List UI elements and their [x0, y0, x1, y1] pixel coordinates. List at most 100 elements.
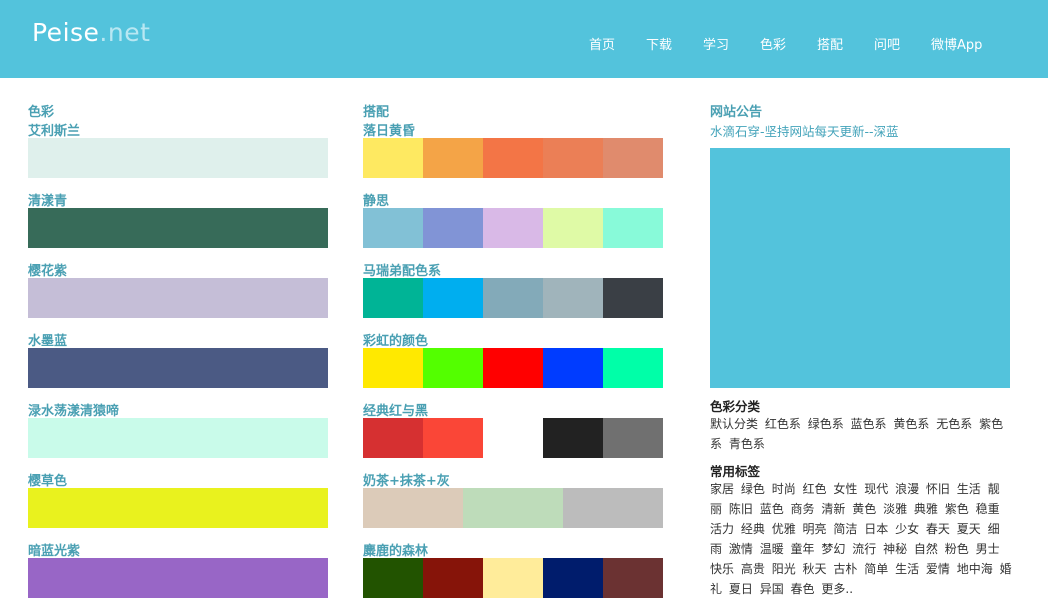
tag-link[interactable]: 异国 [760, 582, 784, 596]
tag-link[interactable]: 自然 [914, 542, 938, 556]
tag-link[interactable]: 少女 [895, 522, 919, 536]
col1-swatch[interactable] [28, 558, 328, 598]
color-chip [483, 558, 543, 598]
tag-link[interactable]: 简单 [864, 562, 888, 576]
tag-link[interactable]: 红色 [803, 482, 827, 496]
nav-schemes[interactable]: 搭配 [817, 34, 843, 53]
tag-link[interactable]: 粉色 [945, 542, 969, 556]
tag-link[interactable]: 蓝色 [760, 502, 784, 516]
col1-item-title[interactable]: 渌水荡漾清猿啼 [28, 400, 119, 419]
color-chip [363, 418, 423, 458]
tag-link[interactable]: 童年 [791, 542, 815, 556]
tag-link[interactable]: 现代 [864, 482, 888, 496]
tag-link[interactable]: 陈旧 [729, 502, 753, 516]
tag-link[interactable]: 生活 [957, 482, 981, 496]
tag-link[interactable]: 女性 [833, 482, 857, 496]
col2-item-title[interactable]: 彩虹的颜色 [363, 330, 428, 349]
tag-link[interactable]: 男士 [976, 542, 1000, 556]
col2-item-title[interactable]: 经典红与黑 [363, 400, 428, 419]
col1-item-title[interactable]: 樱草色 [28, 470, 67, 489]
tag-link[interactable]: 快乐 [710, 562, 734, 576]
col2-item-title[interactable]: 落日黄昏 [363, 120, 415, 139]
col2-swatch[interactable] [363, 208, 663, 248]
tag-link[interactable]: 简洁 [833, 522, 857, 536]
tag-link[interactable]: 家居 [710, 482, 734, 496]
nav-colors[interactable]: 色彩 [760, 34, 786, 53]
tag-link[interactable]: 地中海 [957, 562, 993, 576]
tag-link[interactable]: 商务 [791, 502, 815, 516]
col2-item-title[interactable]: 奶茶+抹茶+灰 [363, 470, 450, 489]
col1-swatch[interactable] [28, 418, 328, 458]
tag-link[interactable]: 阳光 [772, 562, 796, 576]
tag-link[interactable]: 紫色 [945, 502, 969, 516]
tag-link[interactable]: 日本 [864, 522, 888, 536]
col2-swatch[interactable] [363, 418, 663, 458]
tag-link[interactable]: 高贵 [741, 562, 765, 576]
tag-link[interactable]: 时尚 [772, 482, 796, 496]
nav-learn[interactable]: 学习 [703, 34, 729, 53]
notice-text[interactable]: 水滴石穿-坚持网站每天更新--深蓝 [710, 121, 899, 140]
category-link[interactable]: 黄色系 [893, 417, 929, 431]
nav-ask[interactable]: 问吧 [874, 34, 900, 53]
tag-link[interactable]: 稳重 [976, 502, 1000, 516]
category-link[interactable]: 青色系 [729, 437, 765, 451]
tag-link[interactable]: 绿色 [741, 482, 765, 496]
category-link[interactable]: 无色系 [936, 417, 972, 431]
tag-link[interactable]: 生活 [895, 562, 919, 576]
col1-item-title[interactable]: 暗蓝光紫 [28, 540, 80, 559]
tag-link[interactable]: 怀旧 [926, 482, 950, 496]
tag-link[interactable]: 夏日 [729, 582, 753, 596]
tag-link[interactable]: 温暖 [760, 542, 784, 556]
col1-swatch[interactable] [28, 488, 328, 528]
col2-swatch[interactable] [363, 558, 663, 598]
col2-item-title[interactable]: 静思 [363, 190, 389, 209]
tag-link[interactable]: 春天 [926, 522, 950, 536]
color-chip [603, 348, 663, 388]
tag-link[interactable]: 秋天 [803, 562, 827, 576]
color-chip [543, 208, 603, 248]
col2-item-title[interactable]: 马瑞弟配色系 [363, 260, 441, 279]
col1-item-title[interactable]: 樱花紫 [28, 260, 67, 279]
tag-link[interactable]: 黄色 [852, 502, 876, 516]
col2-swatch[interactable] [363, 138, 663, 178]
color-chip [363, 558, 423, 598]
nav-weibo-app[interactable]: 微博App [931, 34, 982, 53]
nav-home[interactable]: 首页 [589, 34, 615, 53]
tag-link[interactable]: 典雅 [914, 502, 938, 516]
col2-swatch[interactable] [363, 348, 663, 388]
nav-download[interactable]: 下载 [646, 34, 672, 53]
category-link[interactable]: 红色系 [765, 417, 801, 431]
tag-link[interactable]: 古朴 [833, 562, 857, 576]
tag-link[interactable]: 明亮 [803, 522, 827, 536]
col1-item-title[interactable]: 水墨蓝 [28, 330, 67, 349]
category-link[interactable]: 蓝色系 [851, 417, 887, 431]
col1-item-title[interactable]: 清漾青 [28, 190, 67, 209]
category-link[interactable]: 绿色系 [808, 417, 844, 431]
category-link[interactable]: 默认分类 [710, 417, 758, 431]
col1-swatch[interactable] [28, 138, 328, 178]
col1-item-title[interactable]: 艾利斯兰 [28, 120, 80, 139]
tag-link[interactable]: 优雅 [772, 522, 796, 536]
col2-swatch[interactable] [363, 488, 663, 528]
tag-link[interactable]: 活力 [710, 522, 734, 536]
tag-link[interactable]: 更多.. [821, 582, 853, 596]
tag-link[interactable]: 夏天 [957, 522, 981, 536]
color-chip [363, 278, 423, 318]
col2-swatch[interactable] [363, 278, 663, 318]
tag-link[interactable]: 爱情 [926, 562, 950, 576]
tag-link[interactable]: 激情 [729, 542, 753, 556]
color-chip [363, 138, 423, 178]
tag-link[interactable]: 流行 [852, 542, 876, 556]
tag-link[interactable]: 神秘 [883, 542, 907, 556]
tag-link[interactable]: 淡雅 [883, 502, 907, 516]
col1-swatch[interactable] [28, 208, 328, 248]
tag-link[interactable]: 浪漫 [895, 482, 919, 496]
col1-swatch[interactable] [28, 278, 328, 318]
col1-swatch[interactable] [28, 348, 328, 388]
col2-item-title[interactable]: 麋鹿的森林 [363, 540, 428, 559]
tag-link[interactable]: 春色 [791, 582, 815, 596]
tag-link[interactable]: 梦幻 [821, 542, 845, 556]
tag-link[interactable]: 清新 [821, 502, 845, 516]
color-chip [603, 278, 663, 318]
tag-link[interactable]: 经典 [741, 522, 765, 536]
